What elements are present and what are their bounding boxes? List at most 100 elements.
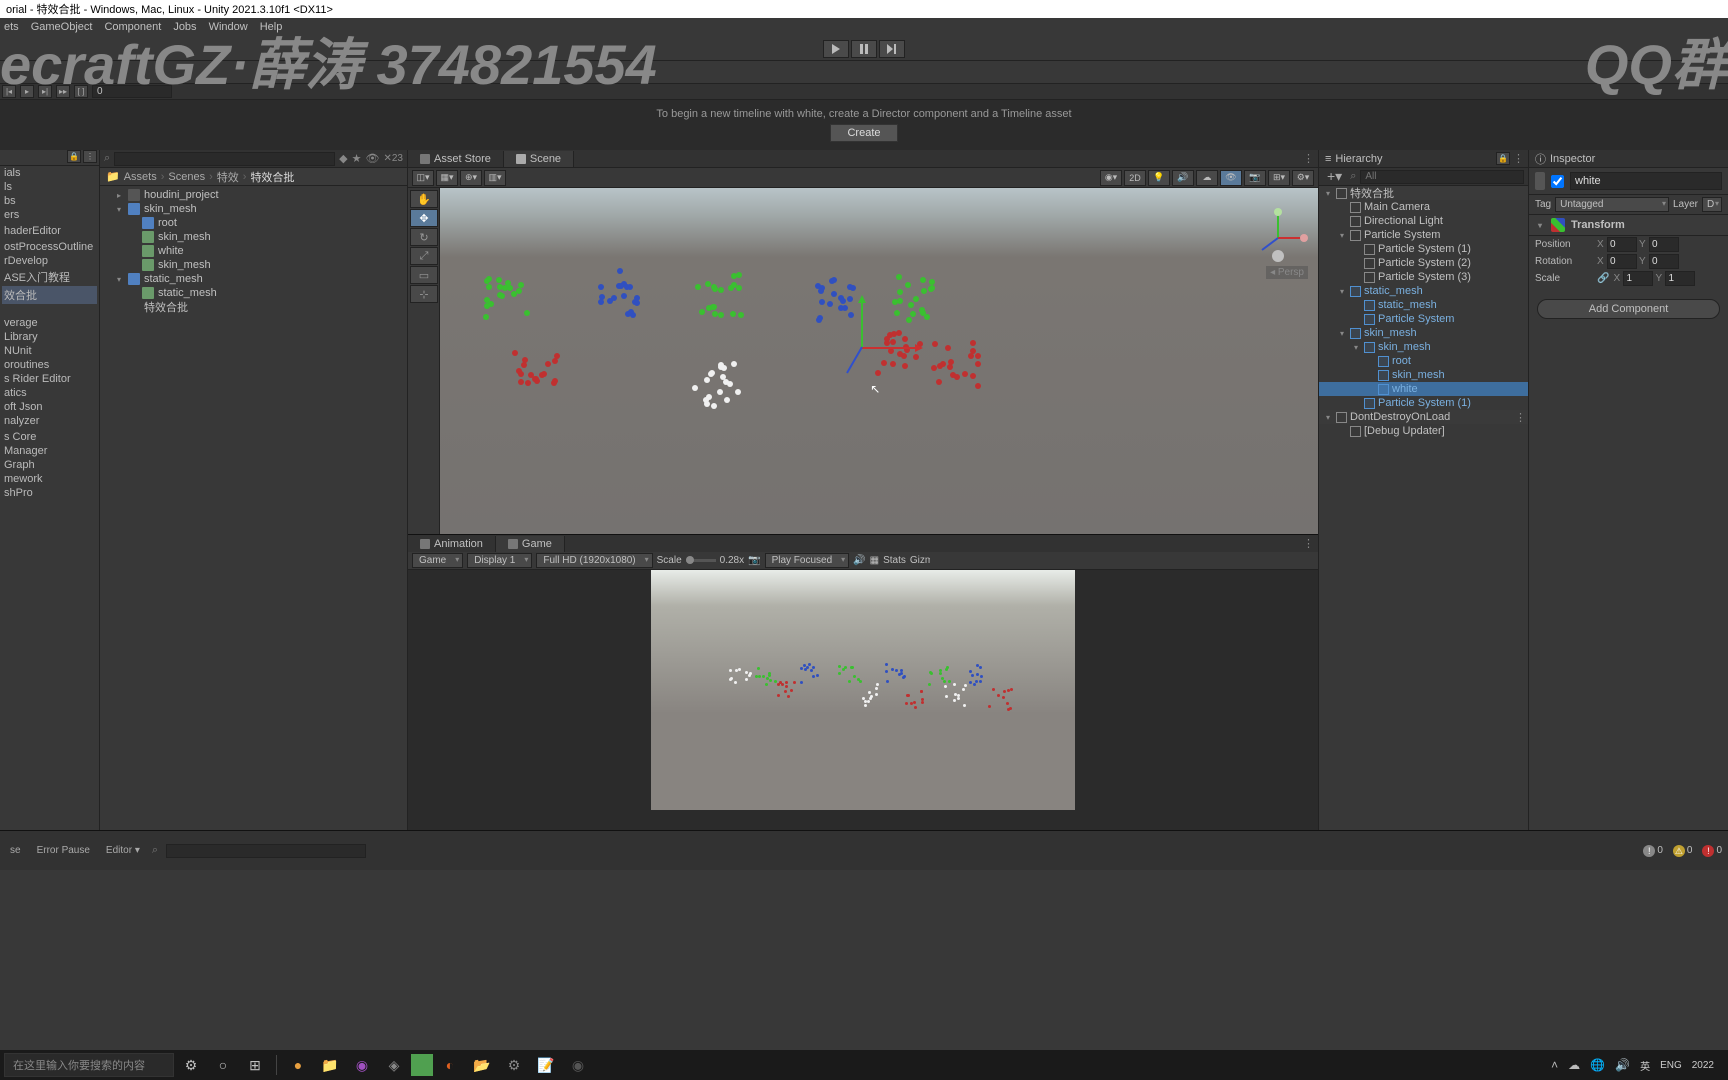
scene-grid-dropdown[interactable]: ▥▾ [484, 170, 506, 186]
game-screenshot-icon[interactable]: 📷 [748, 555, 760, 566]
game-scale-slider[interactable] [686, 559, 716, 562]
rotate-tool[interactable]: ↻ [410, 228, 438, 246]
foldout-icon[interactable]: ▸ [114, 191, 124, 200]
game-resolution-dropdown[interactable]: Full HD (1920x1080) [536, 553, 652, 568]
hierarchy-search-input[interactable] [1360, 170, 1524, 184]
tray-ime-indicator[interactable]: 英 [1640, 1058, 1650, 1073]
hierarchy-item[interactable]: [Debug Updater] [1319, 424, 1528, 438]
left-item[interactable]: s Rider Editor [2, 372, 97, 386]
rotation-x-input[interactable] [1607, 254, 1637, 269]
foldout-icon[interactable]: ▾ [1323, 189, 1333, 198]
game-mute-icon[interactable]: 🔊 [853, 555, 865, 566]
foldout-icon[interactable]: ▾ [114, 205, 124, 214]
hierarchy-context-icon[interactable]: ⋮ [1513, 152, 1524, 165]
project-item[interactable]: ▾static_mesh [100, 272, 407, 286]
left-item[interactable]: oroutines [2, 358, 97, 372]
breadcrumb-assets[interactable]: Assets [124, 171, 157, 183]
foldout-icon[interactable]: ▾ [1323, 413, 1333, 422]
console-editor-dropdown[interactable]: Editor ▾ [102, 844, 144, 857]
taskbar-obs-icon[interactable]: ◉ [563, 1053, 593, 1077]
y-axis-handle[interactable] [861, 297, 863, 347]
console-error-count[interactable]: !0 [1702, 845, 1722, 857]
taskbar-app3-icon[interactable]: ⚙ [499, 1053, 529, 1077]
left-item[interactable]: shPro [2, 486, 97, 500]
taskbar-search-input[interactable]: 在这里输入你要搜索的内容 [4, 1053, 174, 1077]
taskbar-app1-icon[interactable]: ◉ [347, 1053, 377, 1077]
transform-tool[interactable]: ⊹ [410, 285, 438, 303]
scene-view[interactable]: ✋ ✥ ↻ ⤢ ▭ ⊹ [408, 188, 1318, 534]
scene-canvas[interactable]: ◂ Persp ↖ [440, 188, 1318, 534]
scene-camera-icon[interactable]: 📷 [1244, 170, 1266, 186]
taskbar-app2-icon[interactable] [411, 1054, 433, 1076]
console-search-input[interactable] [166, 844, 366, 858]
menu-gameobject[interactable]: GameObject [31, 21, 93, 33]
game-context-icon[interactable]: ⋮ [1303, 537, 1314, 550]
game-playmode-dropdown[interactable]: Play Focused [765, 553, 850, 568]
scene-visibility-toggle[interactable]: 👁 [1220, 170, 1242, 186]
project-search-input[interactable] [114, 152, 335, 166]
z-axis-handle[interactable] [847, 347, 864, 374]
taskbar-folder-icon[interactable]: 📂 [467, 1053, 497, 1077]
taskbar-taskview-icon[interactable]: ⊞ [240, 1053, 270, 1077]
left-item[interactable]: bs [2, 194, 97, 208]
hierarchy-item[interactable]: ▾static_mesh [1319, 284, 1528, 298]
taskbar-unity-icon[interactable]: ◈ [379, 1053, 409, 1077]
left-item[interactable]: s Core [2, 430, 97, 444]
left-item[interactable]: rDevelop [2, 254, 97, 268]
scene-lighting-toggle[interactable]: 💡 [1148, 170, 1170, 186]
layer-dropdown[interactable]: D [1702, 197, 1722, 212]
context-icon[interactable]: ⋮ [1515, 411, 1526, 424]
project-item[interactable]: white [100, 244, 407, 258]
game-gizmos-button[interactable]: Gizmos [910, 555, 930, 566]
scene-shading-dropdown[interactable]: ◫▾ [412, 170, 434, 186]
menu-component[interactable]: Component [104, 21, 161, 33]
tray-volume-icon[interactable]: 🔊 [1615, 1058, 1630, 1072]
play-button[interactable] [823, 40, 849, 58]
game-display-dropdown[interactable]: Display 1 [467, 553, 532, 568]
scene-gizmos-dropdown[interactable]: ⊞▾ [1268, 170, 1290, 186]
transform-foldout-icon[interactable]: ▾ [1535, 221, 1545, 230]
timeline-play-button[interactable]: ▸ [20, 85, 34, 98]
left-item[interactable]: NUnit [2, 344, 97, 358]
left-item[interactable]: oft Json [2, 400, 97, 414]
console-error-pause-button[interactable]: Error Pause [33, 844, 94, 857]
console-clear-button[interactable]: se [6, 844, 25, 857]
console-warn-count[interactable]: ⚠0 [1673, 845, 1693, 857]
hierarchy-item[interactable]: Particle System (1) [1319, 396, 1528, 410]
hierarchy-item[interactable]: ▾特效合批 [1319, 186, 1528, 200]
breadcrumb-current[interactable]: 特效合批 [250, 169, 294, 185]
tag-dropdown[interactable]: Untagged [1555, 197, 1669, 212]
scale-x-input[interactable] [1623, 271, 1653, 286]
tab-asset-store[interactable]: Asset Store [408, 151, 504, 167]
project-item[interactable]: 特效合批 [100, 300, 407, 314]
hierarchy-item[interactable]: Particle System (2) [1319, 256, 1528, 270]
hierarchy-lock-icon[interactable]: 🔒 [1496, 152, 1510, 165]
breadcrumb-scenes[interactable]: Scenes [168, 171, 205, 183]
perspective-label[interactable]: ◂ Persp [1266, 266, 1308, 279]
left-item[interactable]: atics [2, 386, 97, 400]
step-button[interactable] [879, 40, 905, 58]
hierarchy-item[interactable]: white [1319, 382, 1528, 396]
tray-lang-indicator[interactable]: ENG [1660, 1060, 1682, 1071]
foldout-icon[interactable]: ▾ [1337, 287, 1347, 296]
scene-audio-toggle[interactable]: 🔊 [1172, 170, 1194, 186]
game-vsync-icon[interactable]: ▦ [870, 555, 879, 566]
rotation-y-input[interactable] [1649, 254, 1679, 269]
move-tool[interactable]: ✥ [410, 209, 438, 227]
hierarchy-item[interactable]: Particle System (3) [1319, 270, 1528, 284]
left-item[interactable]: ers [2, 208, 97, 222]
position-y-input[interactable] [1649, 237, 1679, 252]
add-component-button[interactable]: Add Component [1537, 299, 1720, 319]
scene-fx-toggle[interactable]: ☁ [1196, 170, 1218, 186]
scene-2d-toggle[interactable]: 2D [1124, 170, 1146, 186]
left-item[interactable]: mework [2, 472, 97, 486]
pause-button[interactable] [851, 40, 877, 58]
tab-scene[interactable]: Scene [504, 151, 574, 167]
left-item[interactable]: Manager [2, 444, 97, 458]
console-info-count[interactable]: !0 [1643, 845, 1663, 857]
project-filter-icon[interactable]: ◆ [339, 152, 347, 165]
left-item[interactable]: verage [2, 316, 97, 330]
hierarchy-item[interactable]: root [1319, 354, 1528, 368]
left-item[interactable]: ials [2, 166, 97, 180]
left-panel-context-icon[interactable]: ⋮ [83, 150, 97, 163]
